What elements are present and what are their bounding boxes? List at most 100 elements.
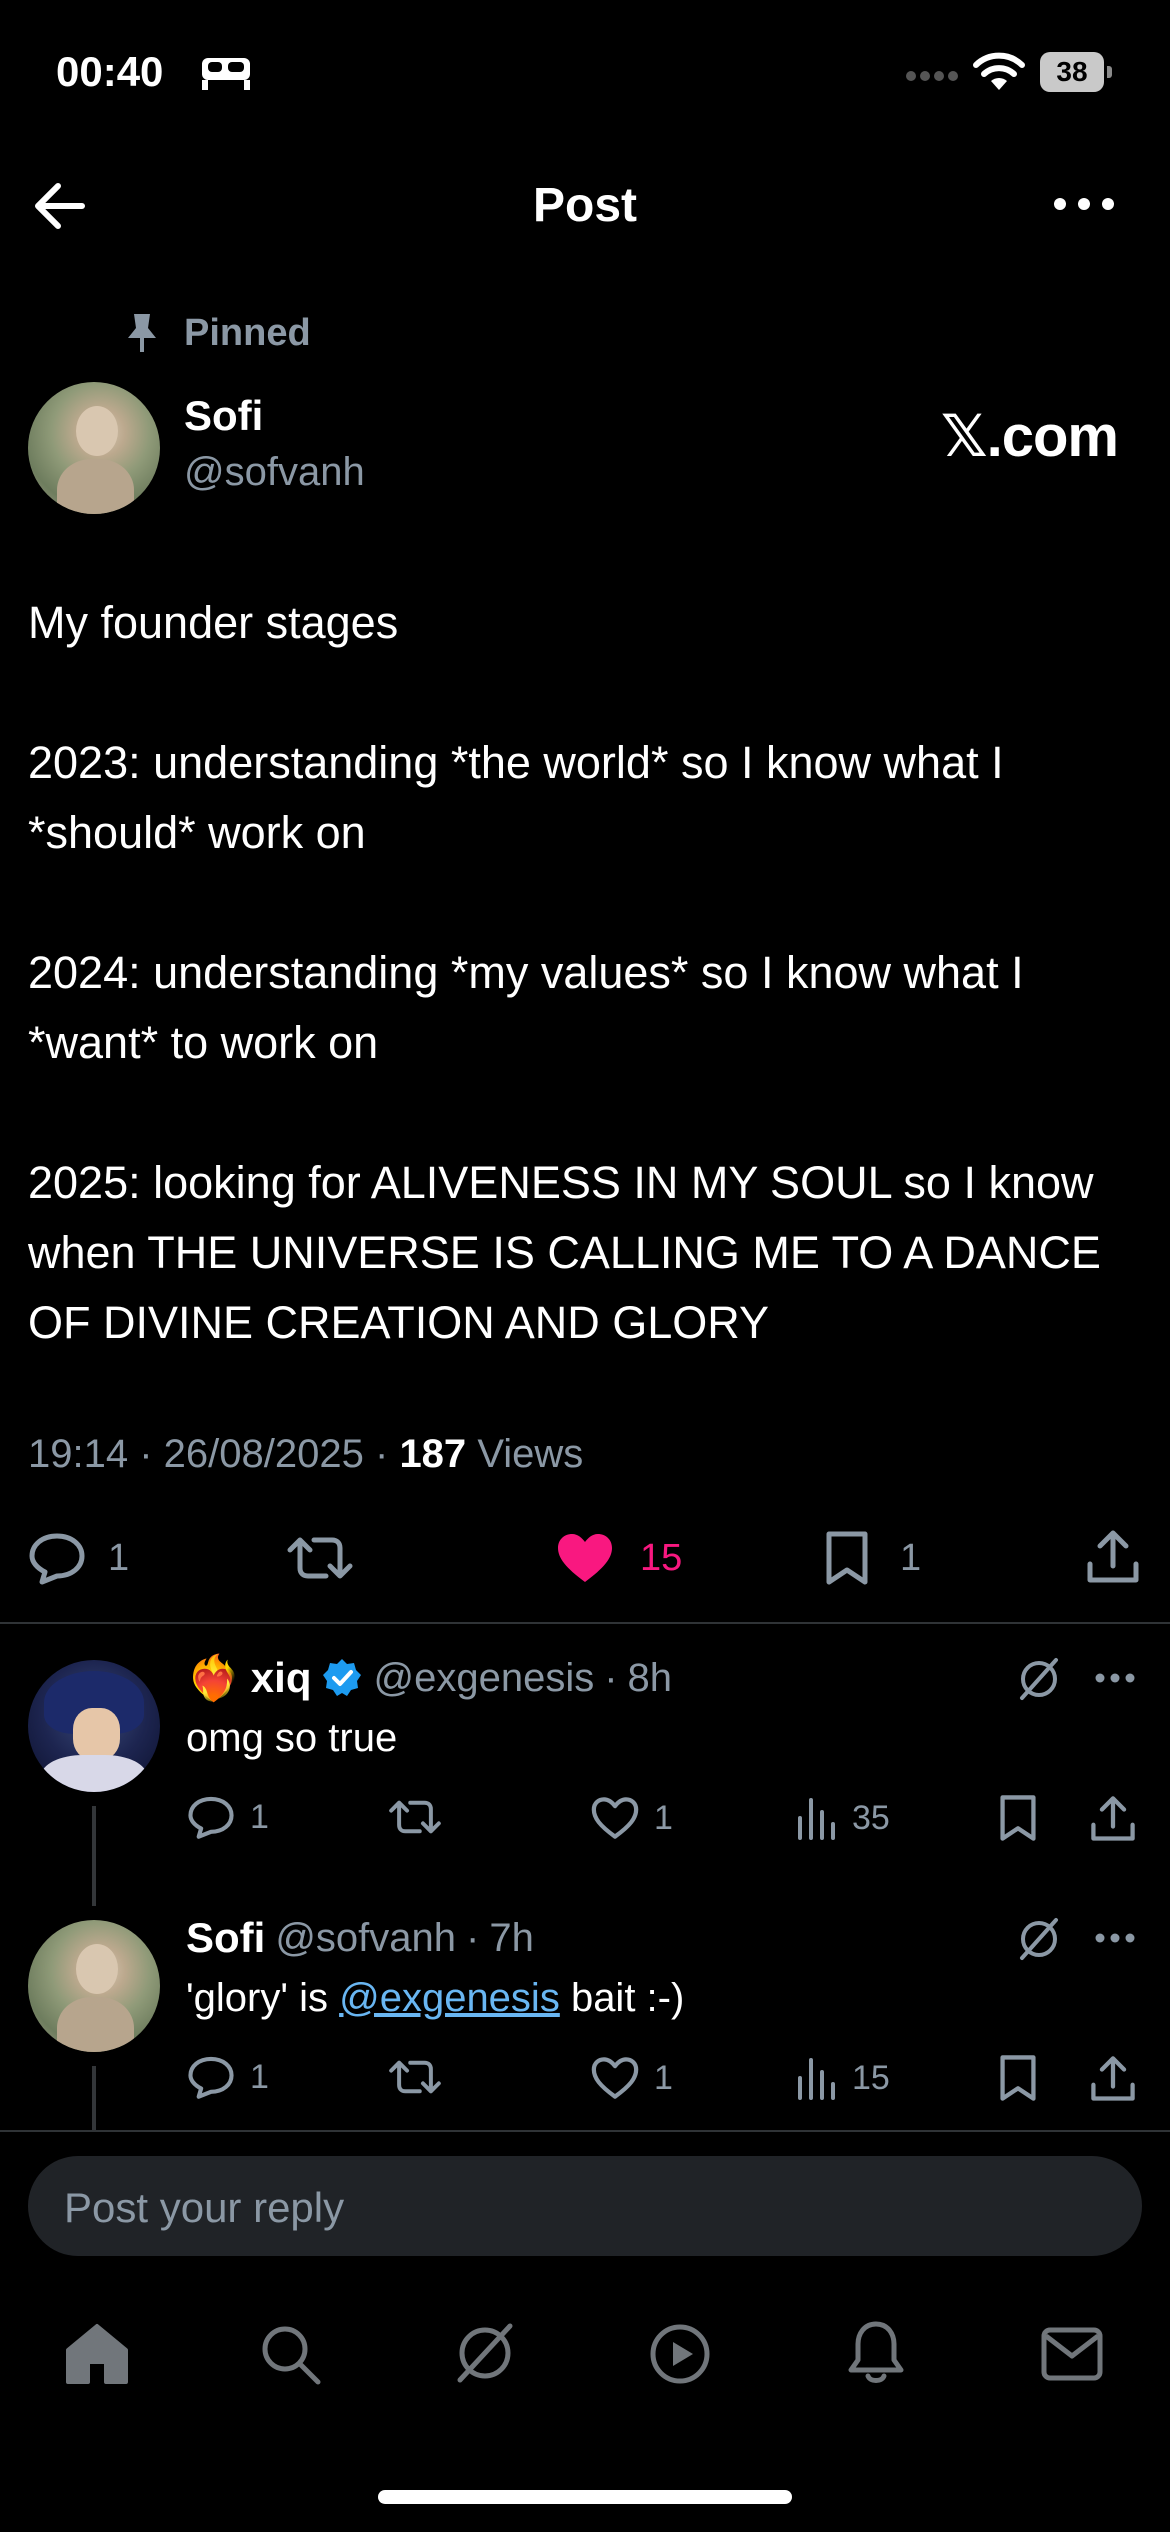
tab-home[interactable] — [64, 2322, 130, 2386]
reply-avatar[interactable] — [28, 1660, 160, 1792]
reply-input[interactable]: Post your reply — [28, 2156, 1142, 2256]
reply-count: 1 — [250, 2057, 269, 2096]
verified-badge-icon — [323, 1659, 362, 1696]
notifications-icon — [848, 2321, 904, 2383]
reply-views-action[interactable]: 35 — [796, 1796, 890, 1840]
reply-author-handle[interactable]: @exgenesis — [373, 1656, 594, 1701]
pinned-label: Pinned — [184, 312, 311, 354]
tab-notifications[interactable] — [846, 2320, 906, 2386]
reply-bookmark-action[interactable] — [998, 2054, 1038, 2102]
post-meta: 19:14 · 26/08/2025 · 187 Views — [28, 1432, 584, 1476]
bookmark-action[interactable]: 1 — [824, 1530, 921, 1586]
repost-icon — [287, 1537, 353, 1579]
status-time: 00:40 — [56, 48, 164, 95]
like-count: 1 — [654, 2058, 673, 2097]
like-count: 1 — [654, 1798, 673, 1837]
share-action[interactable] — [1086, 1528, 1140, 1584]
repost-action[interactable] — [286, 1530, 354, 1586]
page-title: Post — [532, 179, 637, 232]
reply-repost-action[interactable] — [388, 2054, 442, 2100]
reply-more-icon[interactable] — [1094, 1672, 1136, 1684]
share-icon — [1091, 1796, 1135, 1841]
reply-reply-action[interactable]: 1 — [186, 1794, 269, 1840]
author-handle[interactable]: @sofvanh — [184, 450, 365, 495]
repost-icon — [389, 1800, 441, 1834]
home-indicator — [378, 2490, 792, 2504]
grok-icon[interactable] — [1016, 1656, 1062, 1702]
signal-dots-icon — [905, 70, 961, 82]
heart-outline-icon — [591, 1797, 639, 1839]
bookmark-icon — [1000, 2055, 1036, 2101]
grok-icon[interactable] — [1016, 1916, 1062, 1962]
post-text: My founder stages 2023: understanding *t… — [28, 597, 1101, 1348]
post-time: 19:14 — [28, 1432, 129, 1476]
emoji: ❤️‍🔥 — [186, 1654, 241, 1703]
reply-avatar[interactable] — [28, 1920, 160, 2052]
heart-outline-icon — [591, 2057, 639, 2099]
reply-more-icon[interactable] — [1094, 1932, 1136, 1944]
bookmark-count: 1 — [900, 1536, 922, 1579]
reply-header: Sofi @sofvanh · 7h — [186, 1914, 534, 1962]
reply-time: 7h — [489, 1915, 534, 1960]
reply-text: 'glory' is @exgenesis bait :-) — [186, 1976, 685, 2020]
divider — [0, 2130, 1170, 2132]
reply-placeholder: Post your reply — [64, 2184, 345, 2231]
thread-line — [92, 1806, 96, 1906]
post-date: 26/08/2025 — [163, 1432, 364, 1476]
tab-messages[interactable] — [1040, 2326, 1104, 2382]
messages-icon — [1041, 2327, 1103, 2381]
reply-views-action[interactable]: 15 — [796, 2056, 890, 2100]
tab-video[interactable] — [648, 2322, 712, 2386]
views-icon — [798, 2058, 835, 2100]
search-icon — [262, 2326, 321, 2385]
reply-bookmark-action[interactable] — [998, 1794, 1038, 1842]
brand-label: 𝕏.com — [940, 404, 1119, 469]
tab-search[interactable] — [258, 2322, 322, 2386]
battery-level: 38 — [1040, 52, 1104, 92]
reply-count: 1 — [108, 1536, 130, 1579]
share-icon — [1091, 2056, 1135, 2101]
bookmark-icon — [826, 1531, 868, 1585]
like-action[interactable]: 15 — [556, 1532, 682, 1584]
reply-count: 1 — [250, 1797, 269, 1836]
tab-grok[interactable] — [452, 2320, 518, 2386]
reply-icon — [188, 1796, 234, 1839]
reply-icon — [188, 2056, 234, 2099]
reply-share-action[interactable] — [1090, 2054, 1136, 2102]
more-horizontal-icon — [1054, 198, 1114, 210]
reply-author-handle[interactable]: @sofvanh — [275, 1916, 456, 1961]
divider — [0, 1622, 1170, 1624]
mention-link[interactable]: @exgenesis — [339, 1976, 560, 2020]
author-avatar[interactable] — [28, 382, 160, 514]
like-count: 15 — [640, 1536, 683, 1579]
views-count: 187 — [399, 1432, 467, 1476]
more-options-button[interactable] — [1052, 196, 1116, 212]
author-name[interactable]: Sofi — [184, 392, 263, 440]
repost-icon — [389, 2060, 441, 2094]
video-icon — [650, 2324, 710, 2384]
pin-icon — [126, 312, 158, 354]
heart-filled-icon — [558, 1534, 612, 1582]
share-icon — [1087, 1530, 1139, 1583]
reply-author-name[interactable]: Sofi — [186, 1914, 265, 1962]
bookmark-icon — [1000, 1795, 1036, 1841]
reply-share-action[interactable] — [1090, 1794, 1136, 1842]
reply-text: omg so true — [186, 1716, 398, 1760]
reply-header: ❤️‍🔥 xiq @exgenesis · 8h — [186, 1654, 673, 1703]
reply-author-name[interactable]: xiq — [251, 1654, 312, 1702]
reply-like-action[interactable]: 1 — [590, 1796, 673, 1840]
reply-reply-action[interactable]: 1 — [186, 2054, 269, 2100]
views-label: Views — [477, 1432, 584, 1476]
reply-like-action[interactable]: 1 — [590, 2056, 673, 2100]
reply-time: 8h — [627, 1655, 673, 1700]
views-count: 15 — [852, 2058, 890, 2097]
bed-icon — [200, 56, 252, 92]
wifi-icon — [972, 52, 1026, 92]
thread-line — [92, 2066, 96, 2132]
home-icon — [66, 2324, 128, 2384]
battery-indicator: 38 — [1040, 52, 1112, 92]
reply-action[interactable]: 1 — [28, 1530, 129, 1586]
views-count: 35 — [852, 1798, 890, 1837]
reply-repost-action[interactable] — [388, 1794, 442, 1840]
grok-icon — [457, 2323, 513, 2383]
